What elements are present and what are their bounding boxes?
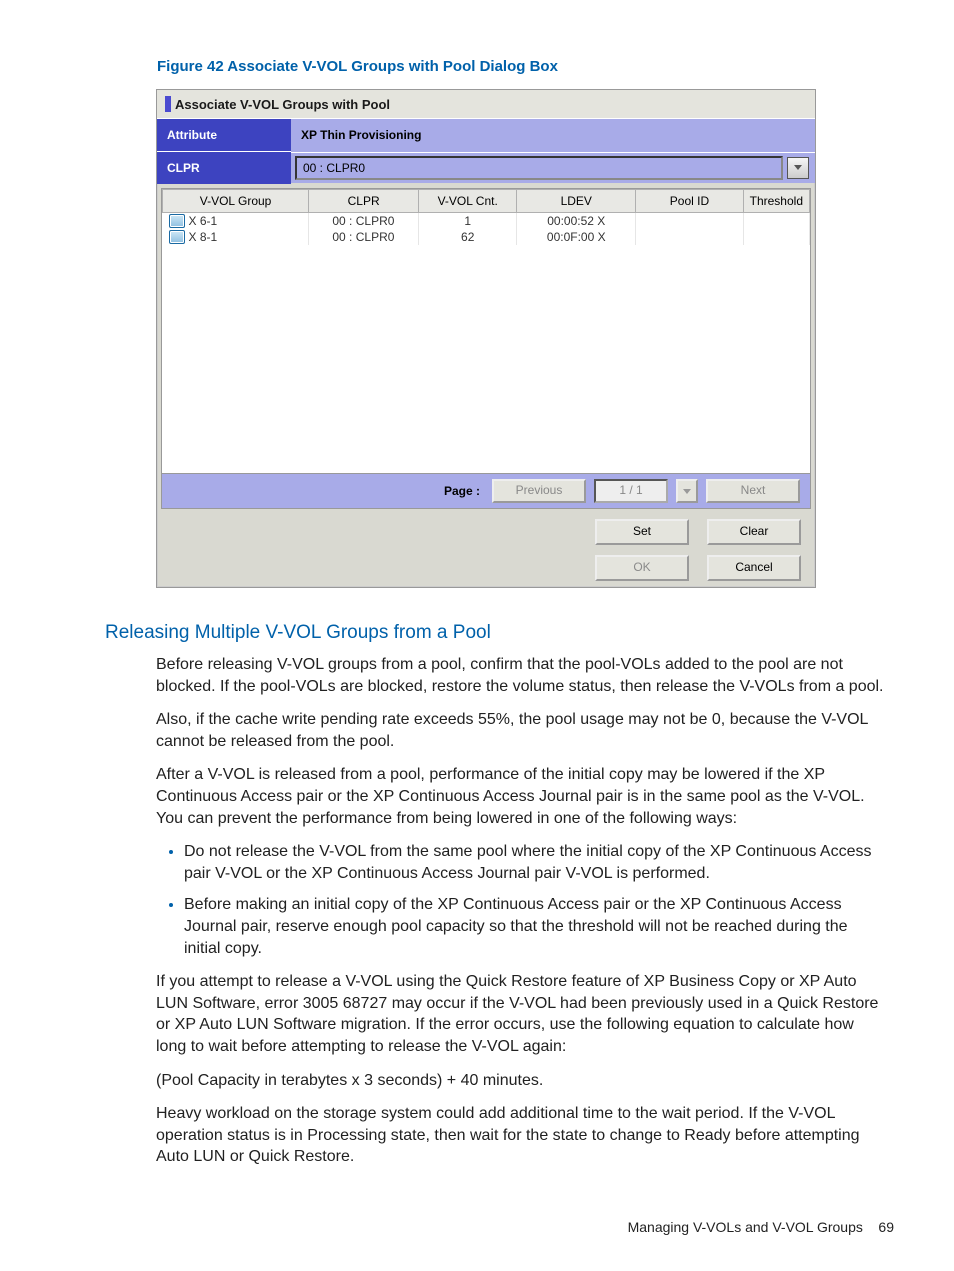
footer-page-number: 69 (878, 1219, 894, 1235)
cell-ldev: 00:0F:00 X (517, 229, 636, 245)
vvol-grid[interactable]: V-VOL Group CLPR V-VOL Cnt. LDEV Pool ID… (161, 188, 811, 474)
set-button[interactable]: Set (595, 519, 689, 545)
cell-pool (636, 229, 743, 245)
chevron-down-icon (794, 165, 802, 170)
cell-cnt: 1 (419, 213, 517, 230)
table-row[interactable]: X 6-1 00 : CLPR0 1 00:00:52 X (163, 213, 810, 230)
disk-icon (169, 214, 185, 228)
page-label: Page : (444, 484, 480, 498)
body-paragraph: If you attempt to release a V-VOL using … (156, 971, 884, 1057)
clpr-dropdown-button[interactable] (787, 157, 809, 179)
list-item: Do not release the V-VOL from the same p… (184, 841, 884, 884)
dialog-titlebar: Associate V-VOL Groups with Pool (157, 90, 815, 118)
cell-clpr: 00 : CLPR0 (309, 213, 419, 230)
cancel-button[interactable]: Cancel (707, 555, 801, 581)
col-vvol-cnt[interactable]: V-VOL Cnt. (419, 190, 517, 213)
col-clpr[interactable]: CLPR (309, 190, 419, 213)
clear-button[interactable]: Clear (707, 519, 801, 545)
col-threshold[interactable]: Threshold (743, 190, 809, 213)
previous-button[interactable]: Previous (492, 479, 586, 503)
next-button[interactable]: Next (706, 479, 800, 503)
cell-threshold (743, 229, 809, 245)
page-indicator: 1 / 1 (594, 479, 668, 503)
section-heading: Releasing Multiple V-VOL Groups from a P… (105, 622, 894, 644)
clpr-select[interactable]: 00 : CLPR0 (295, 156, 783, 180)
cell-threshold (743, 213, 809, 230)
figure-caption: Figure 42 Associate V-VOL Groups with Po… (157, 58, 894, 75)
footer-section: Managing V-VOLs and V-VOL Groups (628, 1219, 863, 1235)
page-footer: Managing V-VOLs and V-VOL Groups 69 (628, 1219, 894, 1235)
chevron-down-icon (683, 489, 691, 494)
page-dropdown-button[interactable] (676, 479, 698, 503)
body-paragraph: Before releasing V-VOL groups from a poo… (156, 654, 884, 697)
disk-icon (169, 230, 185, 244)
body-paragraph: (Pool Capacity in terabytes x 3 seconds)… (156, 1070, 884, 1092)
clpr-label: CLPR (157, 152, 291, 185)
ok-button[interactable]: OK (595, 555, 689, 581)
cell-clpr: 00 : CLPR0 (309, 229, 419, 245)
body-paragraph: After a V-VOL is released from a pool, p… (156, 764, 884, 829)
titlebar-accent (165, 96, 171, 112)
list-item: Before making an initial copy of the XP … (184, 894, 884, 959)
associate-vvol-dialog: Associate V-VOL Groups with Pool Attribu… (156, 89, 816, 588)
cell-group: X 6-1 (189, 214, 218, 228)
cell-ldev: 00:00:52 X (517, 213, 636, 230)
attribute-value: XP Thin Provisioning (291, 119, 815, 152)
dialog-title: Associate V-VOL Groups with Pool (175, 97, 390, 112)
body-paragraph: Also, if the cache write pending rate ex… (156, 709, 884, 752)
attribute-label: Attribute (157, 119, 291, 152)
cell-cnt: 62 (419, 229, 517, 245)
col-ldev[interactable]: LDEV (517, 190, 636, 213)
table-row[interactable]: X 8-1 00 : CLPR0 62 00:0F:00 X (163, 229, 810, 245)
body-paragraph: Heavy workload on the storage system cou… (156, 1103, 884, 1168)
col-vvol-group[interactable]: V-VOL Group (163, 190, 309, 213)
cell-group: X 8-1 (189, 230, 218, 244)
cell-pool (636, 213, 743, 230)
col-pool-id[interactable]: Pool ID (636, 190, 743, 213)
pager-bar: Page : Previous 1 / 1 Next (161, 474, 811, 509)
